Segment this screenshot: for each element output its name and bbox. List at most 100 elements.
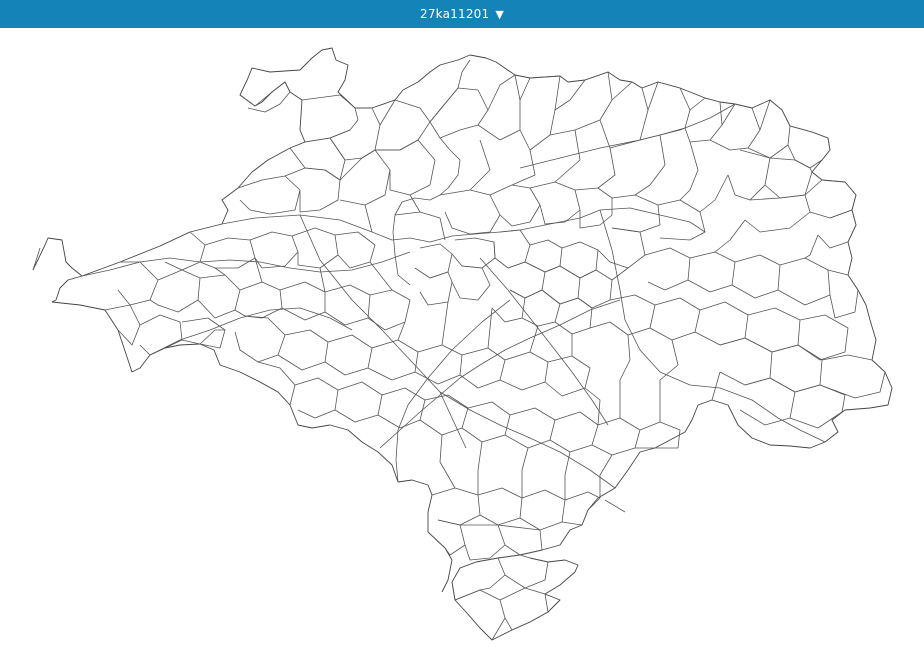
southeast-spur <box>604 499 626 513</box>
district-division <box>441 301 449 346</box>
district <box>414 344 463 385</box>
district <box>334 381 383 423</box>
district <box>234 315 286 363</box>
district <box>747 99 791 159</box>
district <box>521 289 561 327</box>
dataset-selector-label: 27ka11201 <box>419 7 490 21</box>
district-division <box>699 174 729 213</box>
district-division <box>589 321 611 329</box>
district <box>324 334 373 376</box>
district <box>139 314 183 356</box>
district <box>649 297 701 341</box>
district <box>819 354 886 399</box>
district <box>591 417 641 456</box>
district <box>429 87 489 139</box>
district <box>461 401 511 443</box>
district <box>427 519 466 556</box>
district <box>541 265 581 305</box>
district <box>491 289 526 323</box>
district <box>499 587 549 631</box>
district <box>104 304 141 346</box>
district <box>544 355 591 397</box>
district <box>635 421 681 449</box>
district <box>375 99 431 151</box>
district <box>694 301 749 346</box>
north-corridor <box>221 207 706 243</box>
district-division <box>469 139 491 191</box>
district-division <box>364 204 373 233</box>
boundary-map-svg[interactable] <box>0 28 924 660</box>
district <box>549 411 599 453</box>
district-division <box>214 267 226 276</box>
district <box>684 97 723 143</box>
district <box>279 281 326 321</box>
district <box>554 297 593 335</box>
west-road <box>81 251 411 277</box>
district <box>460 524 506 561</box>
district-division <box>369 261 393 291</box>
district <box>477 74 521 141</box>
district <box>599 81 649 149</box>
district <box>237 175 301 215</box>
district-division <box>477 441 483 495</box>
district <box>519 75 561 151</box>
southwest-road <box>149 307 353 356</box>
district <box>731 254 781 299</box>
district <box>497 524 543 556</box>
district <box>375 139 436 196</box>
dataset-selector[interactable]: 27ka11201 ▼ <box>0 0 924 28</box>
caret-down-icon[interactable]: ▼ <box>495 9 504 20</box>
district <box>249 231 299 269</box>
district <box>827 269 859 319</box>
district <box>574 187 613 229</box>
district <box>431 487 481 526</box>
district <box>149 269 201 313</box>
district <box>367 289 411 331</box>
district <box>454 589 506 641</box>
district-division <box>679 141 699 201</box>
district <box>687 251 736 293</box>
district <box>519 489 566 531</box>
district <box>239 81 291 113</box>
district <box>181 317 226 349</box>
city-outline-west <box>51 275 453 593</box>
city-outline <box>32 47 893 641</box>
district <box>727 149 771 201</box>
district-division <box>599 454 613 498</box>
district <box>744 307 801 353</box>
district <box>451 237 496 269</box>
northeast-road <box>519 103 736 169</box>
district <box>789 384 846 429</box>
district <box>117 261 159 306</box>
district-division <box>529 325 539 353</box>
district <box>451 557 506 601</box>
district <box>739 377 796 426</box>
district <box>597 227 646 269</box>
diagonal-road-1 <box>299 214 467 449</box>
district <box>559 241 599 279</box>
district-division <box>487 307 493 349</box>
district <box>234 281 283 319</box>
district <box>451 265 491 301</box>
river-line <box>392 59 471 286</box>
district-division <box>597 147 616 189</box>
diagonal-road-2 <box>479 257 609 426</box>
district <box>507 261 546 299</box>
district <box>497 554 549 589</box>
district-division <box>711 371 721 401</box>
west-spur <box>32 247 41 271</box>
district <box>439 189 501 235</box>
district-division <box>409 194 421 213</box>
district <box>159 231 206 271</box>
district-division <box>714 219 746 253</box>
district <box>504 407 556 449</box>
district <box>709 103 761 151</box>
district <box>301 94 359 143</box>
rail-line <box>379 299 621 449</box>
boundary-map[interactable] <box>0 28 924 660</box>
district <box>197 274 241 319</box>
district <box>787 125 831 169</box>
district <box>277 329 329 371</box>
district <box>744 194 811 233</box>
district <box>644 247 691 291</box>
